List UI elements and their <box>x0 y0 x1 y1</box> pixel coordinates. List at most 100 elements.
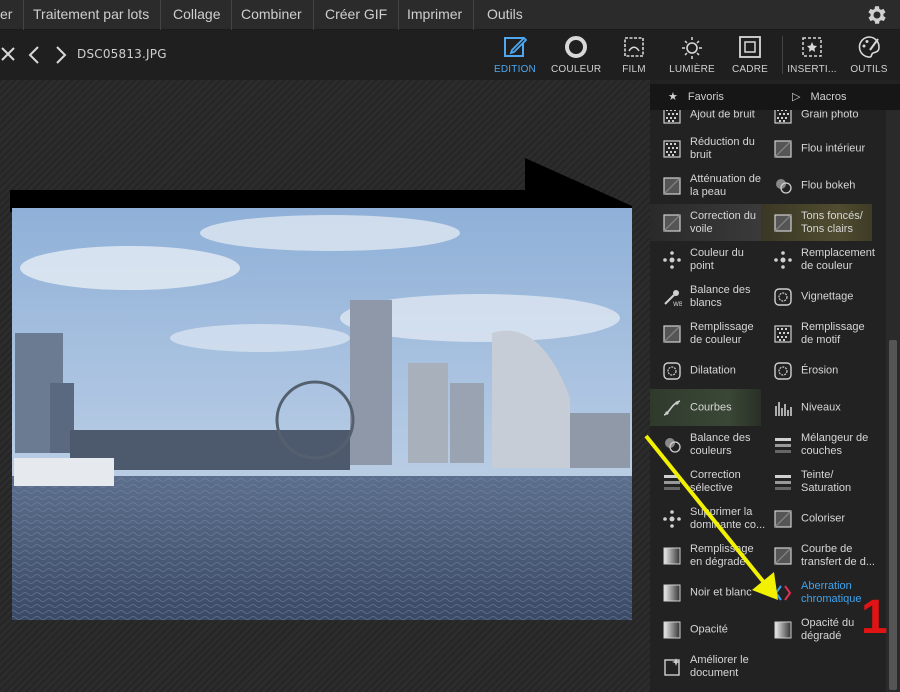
file-name: DSC05813.JPG <box>77 47 167 61</box>
effect-label: Atténuation de la peau <box>690 172 761 198</box>
effect-label: Courbes <box>690 401 732 413</box>
erosion-icon <box>774 362 792 380</box>
tab-label: Favoris <box>687 91 724 103</box>
annotation-number: 1 <box>861 591 888 644</box>
effect-label: Remplissage de couleur <box>690 320 754 346</box>
effect-label: Flou bokeh <box>801 179 856 191</box>
menu-item-combine[interactable]: Combiner <box>230 0 314 30</box>
tab-insertion[interactable]: INSERTI... <box>786 34 838 78</box>
effect-item-enhance-document[interactable]: Améliorer le document <box>650 648 761 685</box>
menu-item-print[interactable]: Imprimer <box>396 0 475 30</box>
close-icon[interactable] <box>0 44 20 66</box>
film-icon <box>624 37 644 57</box>
opacity-icon <box>663 621 681 639</box>
effect-item-white-balance[interactable]: WB Balance des blancs <box>650 278 761 315</box>
tab-label: Macros <box>810 91 847 103</box>
effect-item-dehaze[interactable]: Correction du voile <box>650 204 761 241</box>
tab-film[interactable]: FILM <box>617 34 651 78</box>
effect-item-color-replace[interactable]: Remplacement de couleur <box>761 241 875 278</box>
color-point-icon <box>663 251 681 269</box>
skin-smooth-icon <box>663 177 681 195</box>
effect-label: Vignettage <box>801 290 854 302</box>
effect-label: Opacité <box>690 623 728 635</box>
menu-item-tools[interactable]: Outils <box>476 0 534 30</box>
tab-label: INSERTI... <box>787 64 837 75</box>
tab-label: COULEUR <box>551 64 602 75</box>
tab-label: CADRE <box>731 64 768 75</box>
frame-icon <box>739 36 761 58</box>
curves-icon <box>663 400 681 416</box>
scrollbar-thumb[interactable] <box>889 340 897 690</box>
noise-add-icon <box>663 110 681 124</box>
tab-macros[interactable]: ▷ Macros <box>792 84 847 110</box>
menu-item-create-gif[interactable]: Créer GIF <box>314 0 400 30</box>
effect-item-pattern-fill[interactable]: Remplissage de motif <box>761 315 872 352</box>
panel-tabs: ★ Favoris ▷ Macros <box>650 84 900 110</box>
effect-item-levels[interactable]: Niveaux <box>761 389 872 426</box>
effect-label: Remplissage de motif <box>801 320 865 346</box>
dilate-icon <box>663 362 681 380</box>
effect-label: Érosion <box>801 364 839 376</box>
effect-item-erosion[interactable]: Érosion <box>761 352 872 389</box>
effect-label: Tons foncés/ Tons clairs <box>801 209 863 235</box>
dehaze-icon <box>663 214 681 232</box>
annotation-arrow <box>644 434 778 600</box>
effect-item-dilate[interactable]: Dilatation <box>650 352 761 389</box>
effect-label: Courbe de transfert de d... <box>801 542 875 568</box>
tab-label: LUMIÈRE <box>669 64 715 75</box>
effect-item-bokeh[interactable]: Flou bokeh <box>761 167 872 204</box>
effect-item-color-fill[interactable]: Remplissage de couleur <box>650 315 761 352</box>
chevron-right-icon[interactable] <box>50 44 72 66</box>
effect-label: Flou intérieur <box>801 142 866 154</box>
effect-item-inner-blur[interactable]: Flou intérieur <box>761 130 872 167</box>
toolbar-divider <box>782 36 783 74</box>
effect-label: Balance des blancs <box>690 283 751 309</box>
menu-bar: er Traitement par lots Collage Combiner … <box>0 0 900 30</box>
effect-label: Réduction du bruit <box>690 135 755 161</box>
menu-item-collage[interactable]: Collage <box>162 0 233 30</box>
effect-label: Ajout de bruit <box>690 110 755 120</box>
menu-item-view[interactable]: er <box>0 0 25 30</box>
noise-reduce-icon <box>663 140 681 158</box>
effect-item-curves[interactable]: Courbes <box>650 389 761 426</box>
effect-item-opacity[interactable]: Opacité <box>650 611 761 648</box>
tab-label: EDITION <box>494 64 536 75</box>
pattern-fill-icon <box>774 325 792 343</box>
tab-label: OUTILS <box>850 64 888 75</box>
inner-blur-icon <box>774 140 792 158</box>
panel-scrollbar[interactable] <box>886 110 900 692</box>
effect-label: Mélangeur de couches <box>801 431 869 457</box>
photo-image <box>12 208 632 620</box>
effect-item-shadows-highlights[interactable]: Tons foncés/ Tons clairs <box>761 204 872 241</box>
color-replace-icon <box>774 251 792 269</box>
gear-icon[interactable] <box>864 3 888 27</box>
tab-lumiere[interactable]: LUMIÈRE <box>668 34 716 78</box>
photo-preview[interactable] <box>10 158 634 621</box>
tab-edition[interactable]: EDITION <box>492 34 538 78</box>
color-ring-icon <box>565 36 587 58</box>
edit-icon <box>504 36 528 57</box>
gradient-opacity-icon <box>774 621 792 639</box>
tab-favoris[interactable]: ★ Favoris <box>668 84 724 110</box>
effect-item-color-point[interactable]: Couleur du point <box>650 241 761 278</box>
tab-outils[interactable]: OUTILS <box>848 34 890 78</box>
sun-icon <box>682 37 702 59</box>
effect-item-vignette[interactable]: Vignettage <box>761 278 872 315</box>
insert-icon <box>802 37 822 57</box>
effect-label: Coloriser <box>801 512 846 524</box>
effect-item-noise-reduce[interactable]: Réduction du bruit <box>650 130 761 167</box>
tab-couleur[interactable]: COULEUR <box>551 34 601 78</box>
color-fill-icon <box>663 325 681 343</box>
effect-label: Remplacement de couleur <box>801 246 875 272</box>
svg-text:WB: WB <box>673 301 682 307</box>
chevron-left-icon[interactable] <box>24 44 46 66</box>
effect-label: Correction du voile <box>690 209 757 235</box>
star-icon: ★ <box>668 91 678 103</box>
effect-item-gradient-opacity[interactable]: Opacité du dégradé <box>761 611 872 648</box>
tab-cadre[interactable]: CADRE <box>730 34 770 78</box>
menu-item-batch[interactable]: Traitement par lots <box>22 0 162 30</box>
shadows-highlights-icon <box>774 214 792 232</box>
levels-icon <box>775 402 792 416</box>
play-icon: ▷ <box>792 91 801 103</box>
effect-item-skin-smooth[interactable]: Atténuation de la peau <box>650 167 761 204</box>
